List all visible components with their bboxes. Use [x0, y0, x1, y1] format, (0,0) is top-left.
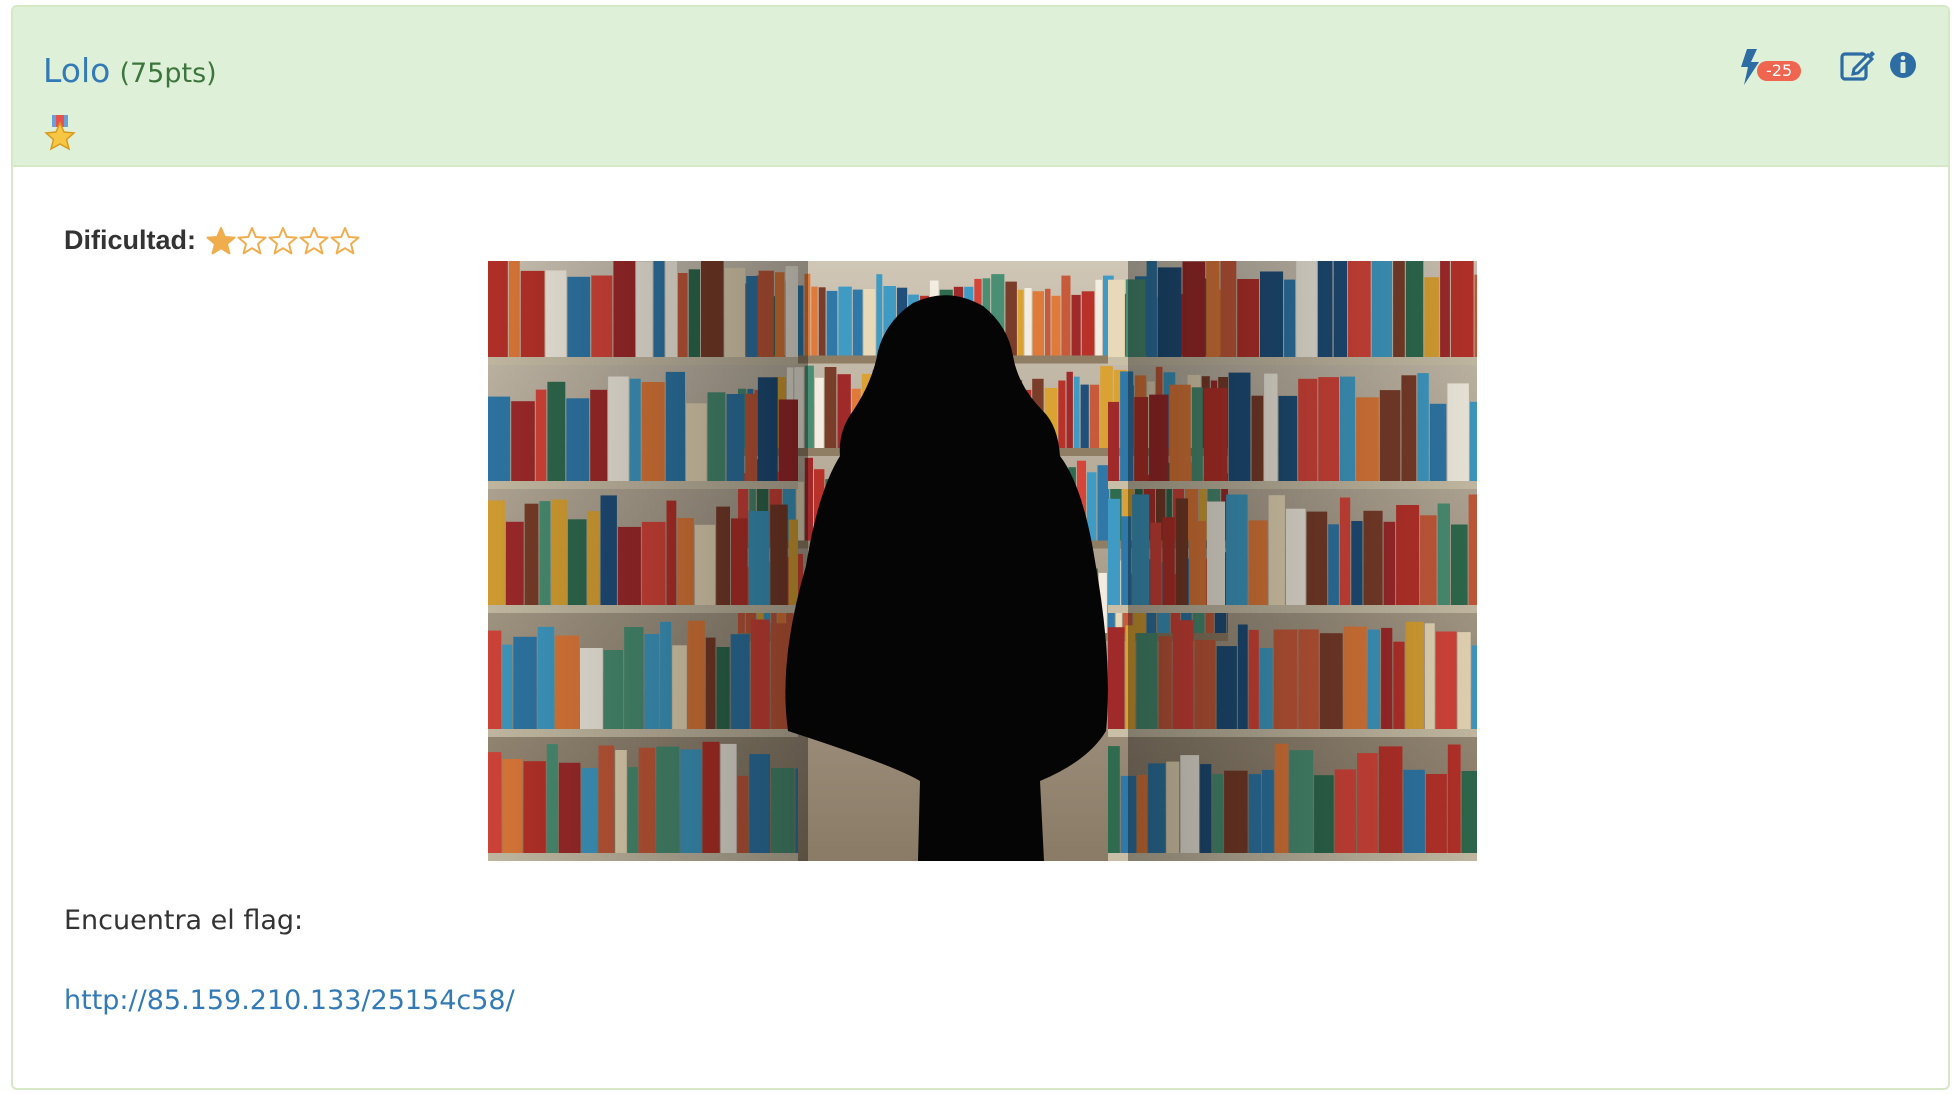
- star-filled-icon: [206, 226, 236, 254]
- info-icon[interactable]: [1885, 47, 1921, 83]
- star-empty-icon: [299, 226, 329, 254]
- challenge-url-link[interactable]: http://85.159.210.133/25154c58/: [64, 985, 515, 1016]
- star-empty-icon: [237, 226, 267, 254]
- difficulty-rating: Dificultad:: [64, 225, 361, 256]
- header-actions: -25: [1739, 45, 1921, 85]
- star-empty-icon: [330, 226, 360, 254]
- challenge-header: Lolo (75pts) -25: [13, 7, 1948, 167]
- star-empty-icon: [268, 226, 298, 254]
- challenge-image: [488, 261, 1477, 861]
- medal-star-icon: [44, 115, 76, 151]
- challenge-title: Lolo (75pts): [43, 51, 217, 90]
- challenge-points: (75pts): [119, 58, 217, 89]
- challenge-name-link[interactable]: Lolo: [43, 51, 110, 90]
- difficulty-stars: [206, 226, 361, 256]
- challenge-body: Dificultad: Encuentra el flag: http://85…: [13, 167, 1948, 1088]
- challenge-panel: Lolo (75pts) -25 Dificultad: Encuentra e…: [11, 5, 1950, 1090]
- hint-button[interactable]: -25: [1739, 45, 1811, 85]
- challenge-description: Encuentra el flag:: [64, 905, 304, 936]
- hint-cost-badge: -25: [1757, 61, 1802, 81]
- edit-icon[interactable]: [1839, 47, 1875, 83]
- difficulty-label: Dificultad:: [64, 225, 196, 255]
